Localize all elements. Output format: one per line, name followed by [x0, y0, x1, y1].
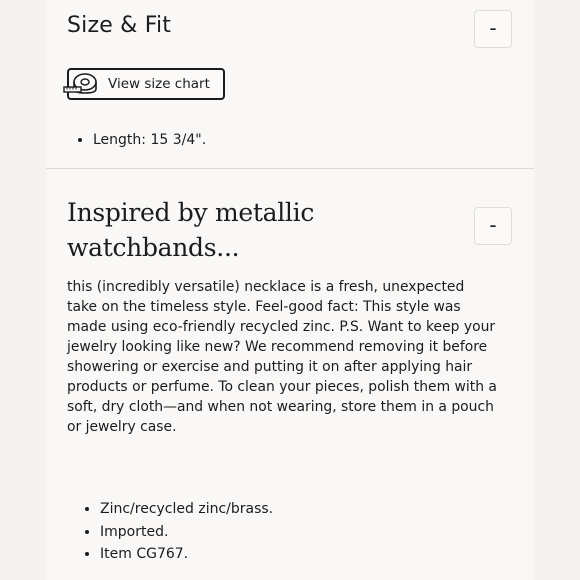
size-fit-section: Size & Fit - View size chart Length: 15 …	[46, 0, 534, 169]
size-details-list: Length: 15 3/4".	[69, 129, 206, 152]
description-title: Inspired by metallic watchbands...	[67, 198, 315, 262]
size-fit-collapse-button[interactable]: -	[474, 10, 512, 48]
list-item: Zinc/recycled zinc/brass.	[100, 498, 273, 521]
list-item: Item CG767.	[100, 543, 273, 566]
size-fit-title: Size & Fit	[67, 13, 172, 38]
description-collapse-button[interactable]: -	[474, 207, 512, 245]
measuring-tape-icon	[63, 73, 97, 94]
size-chart-label: View size chart	[108, 76, 210, 92]
list-item: Imported.	[100, 521, 273, 544]
description-body: this (incredibly versatile) necklace is …	[67, 279, 497, 435]
product-details-list: Zinc/recycled zinc/brass. Imported. Item…	[76, 498, 273, 566]
list-item: Length: 15 3/4".	[93, 129, 206, 152]
description-section: Inspired by metallic watchbands... - thi…	[46, 169, 534, 580]
view-size-chart-button[interactable]: View size chart	[63, 68, 225, 100]
